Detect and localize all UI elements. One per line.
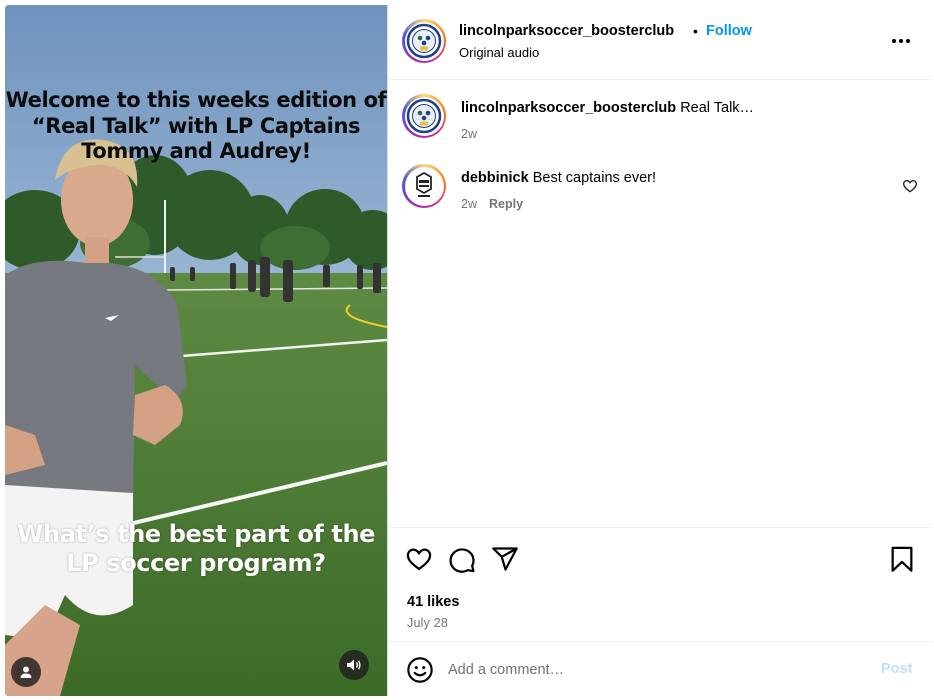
video-caption-bottom: What’s the best part of the LP soccer pr… [16,520,376,577]
comment-text[interactable]: Real Talk… [680,100,754,116]
speaker-icon [347,659,361,671]
comment-composer: Post [388,641,931,696]
bookmark-icon[interactable] [888,545,916,573]
comment-username[interactable]: lincolnparksoccer_boosterclub [461,100,676,116]
club-logo-icon [406,23,442,59]
comment-username[interactable]: debbinick [461,170,529,186]
follow-button[interactable]: Follow [706,23,752,39]
author-avatar[interactable] [402,19,446,63]
comment-avatar[interactable] [402,164,446,208]
audio-source-link[interactable]: Original audio [459,45,539,60]
reel-video[interactable]: Welcome to this weeks edition of “Real T… [5,5,387,696]
comment-time[interactable]: 2w [461,197,477,211]
emoji-icon[interactable] [406,656,434,684]
comment-avatar[interactable] [402,94,446,138]
comment-meta: 2w [461,127,477,141]
post-details-panel: lincolnparksoccer_boosterclub • Follow O… [387,5,931,696]
heart-icon[interactable] [405,545,433,573]
reply-button[interactable]: Reply [489,197,523,211]
club-logo-icon [406,98,442,134]
mute-toggle-button[interactable] [339,650,369,680]
comment-meta: 2w Reply [461,197,523,211]
comment-icon[interactable] [448,545,476,573]
post-comment-button[interactable]: Post [881,661,912,677]
comment-body: lincolnparksoccer_boosterclub Real Talk… [461,100,754,116]
post-date[interactable]: July 28 [407,616,448,630]
post-viewer: Welcome to this weeks edition of “Real T… [5,5,931,696]
more-options-icon[interactable] [886,31,916,51]
tagged-users-button[interactable] [11,657,41,687]
comment-text: Best captains ever! [532,170,657,186]
video-caption-top: Welcome to this weeks edition of “Real T… [5,88,387,163]
separator-dot: • [693,23,698,39]
send-icon[interactable] [491,545,519,573]
likes-count[interactable]: 41 likes [407,594,459,610]
author-username[interactable]: lincolnparksoccer_boosterclub [459,23,674,39]
post-actions: 41 likes July 28 [388,527,931,641]
post-header: lincolnparksoccer_boosterclub • Follow O… [388,5,931,80]
comment-body: debbinick Best captains ever! [461,170,656,186]
user-logo-icon [409,171,439,201]
comment-like-icon[interactable] [902,178,918,194]
comment-time[interactable]: 2w [461,127,477,141]
comment-input[interactable] [448,658,868,682]
user-icon [20,666,32,678]
